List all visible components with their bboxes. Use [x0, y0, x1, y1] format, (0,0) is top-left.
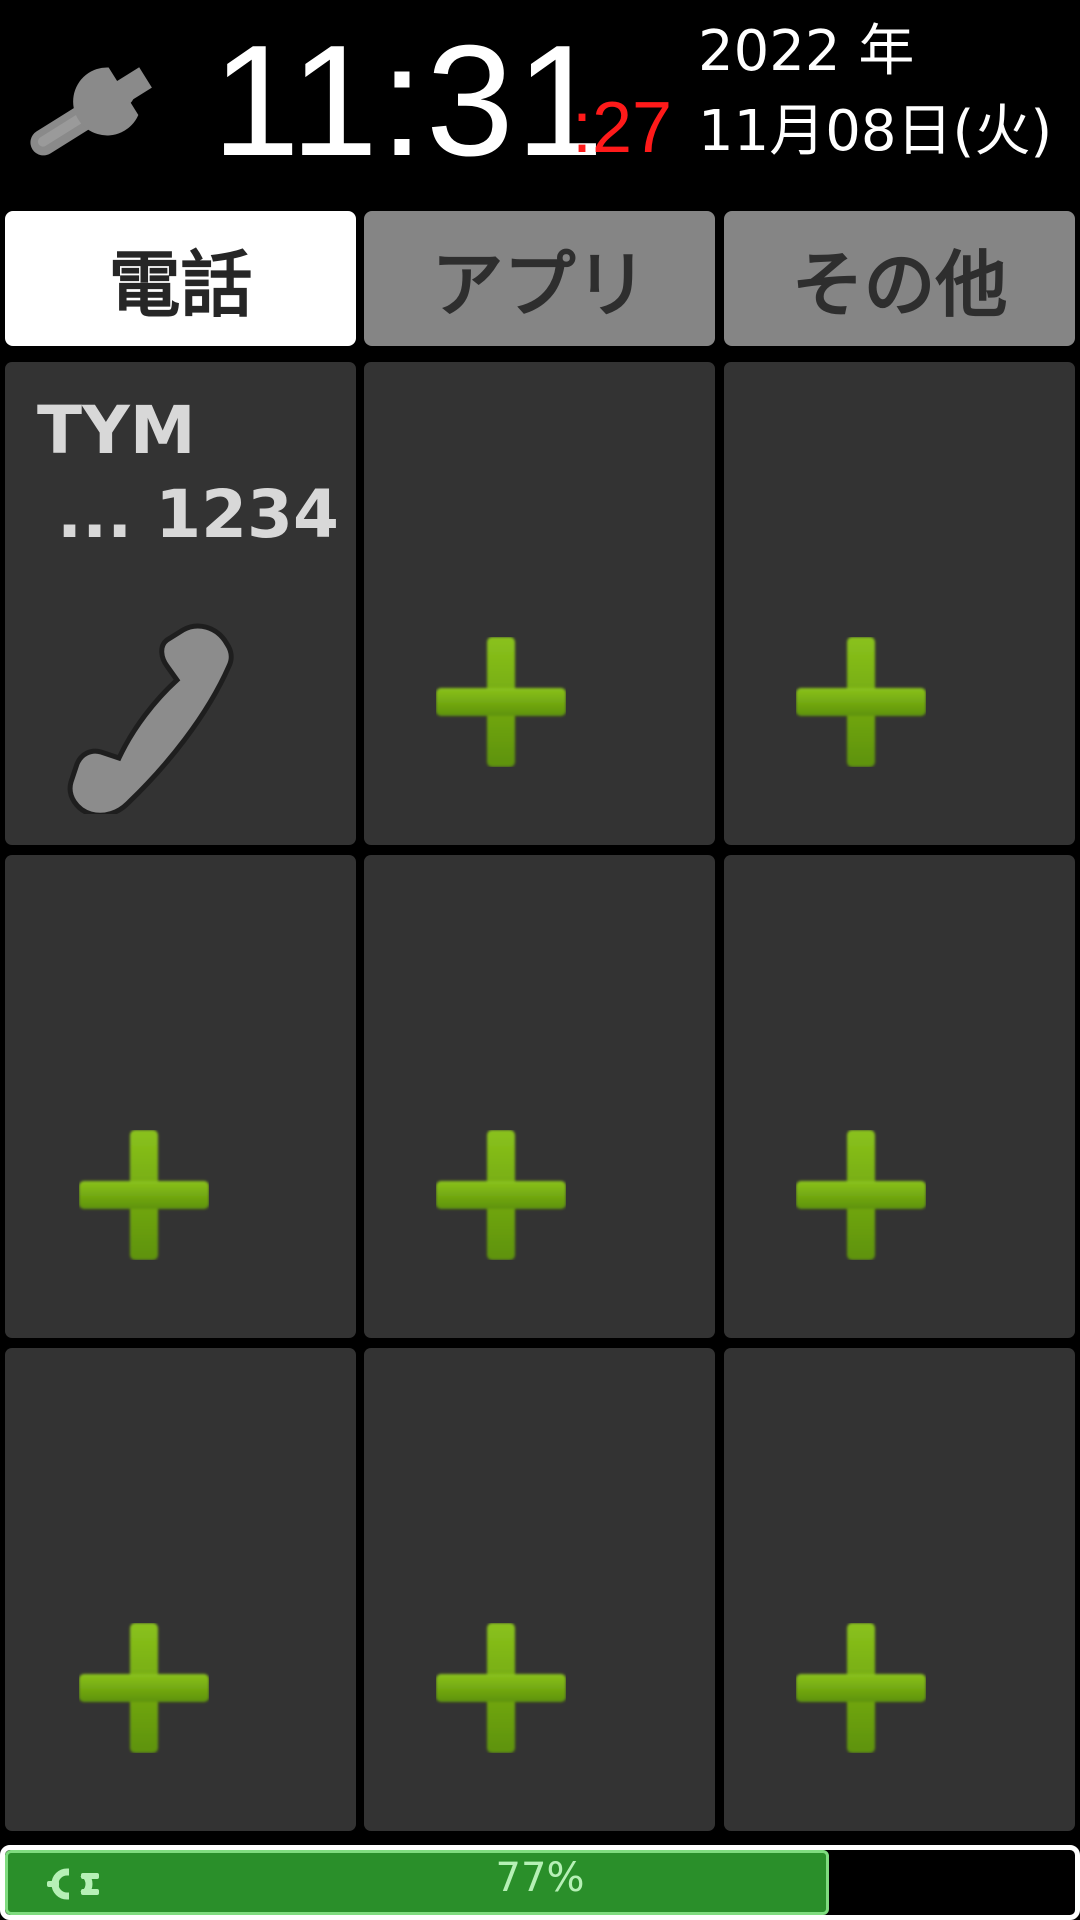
phone-handset-icon — [67, 623, 234, 814]
tab-phone[interactable]: 電話 — [5, 211, 356, 346]
date-year: 2022 年 — [698, 19, 915, 84]
plus-icon — [796, 1130, 926, 1260]
clock-seconds: :27 — [572, 88, 673, 168]
empty-slot[interactable] — [5, 1348, 356, 1831]
contact-number: ... 1234 — [57, 476, 339, 553]
contact-tile[interactable]: TYM ... 1234 — [5, 362, 356, 845]
plus-icon — [796, 1623, 926, 1753]
wrench-icon[interactable] — [14, 38, 184, 168]
plus-icon — [79, 1130, 209, 1260]
date-day: 11月08日(火) — [698, 99, 1053, 164]
plus-icon — [436, 1130, 566, 1260]
empty-slot[interactable] — [724, 855, 1075, 1338]
plus-icon — [436, 1623, 566, 1753]
empty-slot[interactable] — [364, 855, 715, 1338]
plus-icon — [796, 637, 926, 767]
clock-time: 11:31 — [212, 13, 606, 189]
contact-name: TYM — [37, 392, 196, 469]
header: 11:31 :27 2022 年 11月08日(火) — [0, 0, 1080, 205]
tab-other[interactable]: その他 — [724, 211, 1075, 346]
empty-slot[interactable] — [5, 855, 356, 1338]
empty-slot[interactable] — [724, 1348, 1075, 1831]
tab-apps[interactable]: アプリ — [364, 211, 715, 346]
battery-bar: 77% — [0, 1845, 1080, 1920]
empty-slot[interactable] — [364, 362, 715, 845]
plus-icon — [79, 1623, 209, 1753]
empty-slot[interactable] — [364, 1348, 715, 1831]
battery-percent: 77% — [495, 1855, 585, 1901]
plus-icon — [436, 637, 566, 767]
empty-slot[interactable] — [724, 362, 1075, 845]
